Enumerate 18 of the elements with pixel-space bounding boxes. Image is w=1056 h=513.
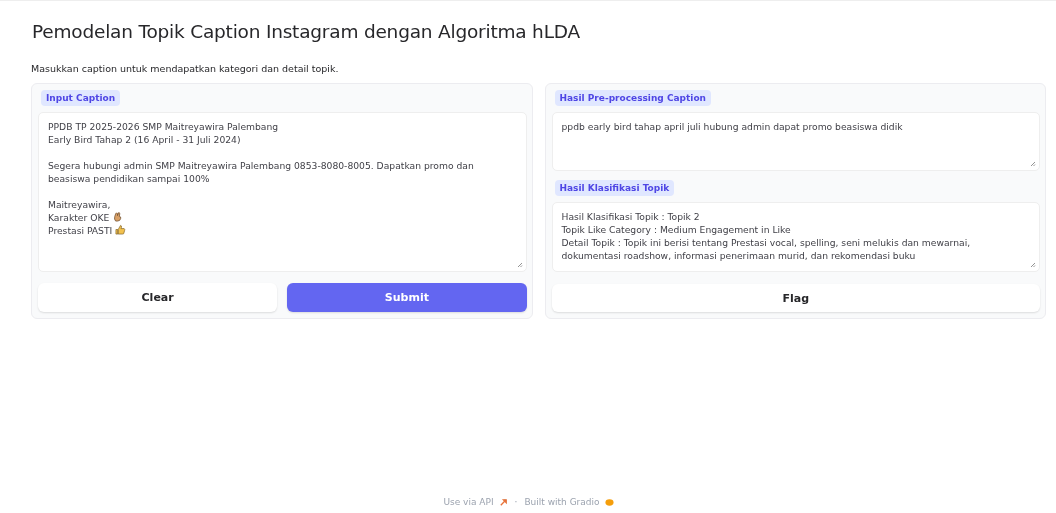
- submit-button[interactable]: Submit: [287, 283, 527, 312]
- flag-button[interactable]: Flag: [551, 284, 1040, 312]
- thumbs-up-icon: [115, 224, 127, 235]
- page-description: Masukkan caption untuk mendapatkan kategori dan detail topik.: [31, 63, 340, 74]
- resize-handle-icon[interactable]: [516, 262, 523, 268]
- output-field[interactable]: ppdb early bird tahap april juli hubung admin dapat promo beasiswa didik: [551, 112, 1040, 171]
- resize-handle-icon[interactable]: [1030, 161, 1036, 167]
- clear-button[interactable]: Clear: [38, 283, 278, 312]
- logo-icon: [604, 497, 614, 507]
- field-label: Hasil Pre-processing Caption: [554, 90, 712, 106]
- page-title: Pemodelan Topik Caption Instagram dengan Algoritma hLDA: [32, 21, 581, 42]
- caption-input-field[interactable]: PPDB TP 2025-2026 SMP Maitreyawira Palembang Early Bird Tahap 2 (16 April - 31 Juli 2024) Segera hubungi admin SMP Maitreyawira Palembang 0853-8080-8005. Dapatkan promo dan beasiswa pendidikan sampai 100% Maitreyawira, Karakter OKE Prestasi PASTI: [38, 112, 527, 272]
- resize-handle-icon[interactable]: [1030, 262, 1036, 268]
- separator: ·: [514, 497, 518, 507]
- hand-emoji-icon: [112, 211, 124, 222]
- field-label: Input Caption: [41, 90, 121, 106]
- field-label: Hasil Klasifikasi Topik: [554, 180, 675, 196]
- output-field[interactable]: Hasil Klasifikasi Topik : Topik 2 Topik Like Category : Medium Engagement in Like Detail Topik : Topik ini berisi tentang Prestasi vocal, spelling, seni melukis dan mewarnai, dokumentasi roadshow, informasi penerimaan murid, dan rekomendasi buku: [551, 202, 1040, 272]
